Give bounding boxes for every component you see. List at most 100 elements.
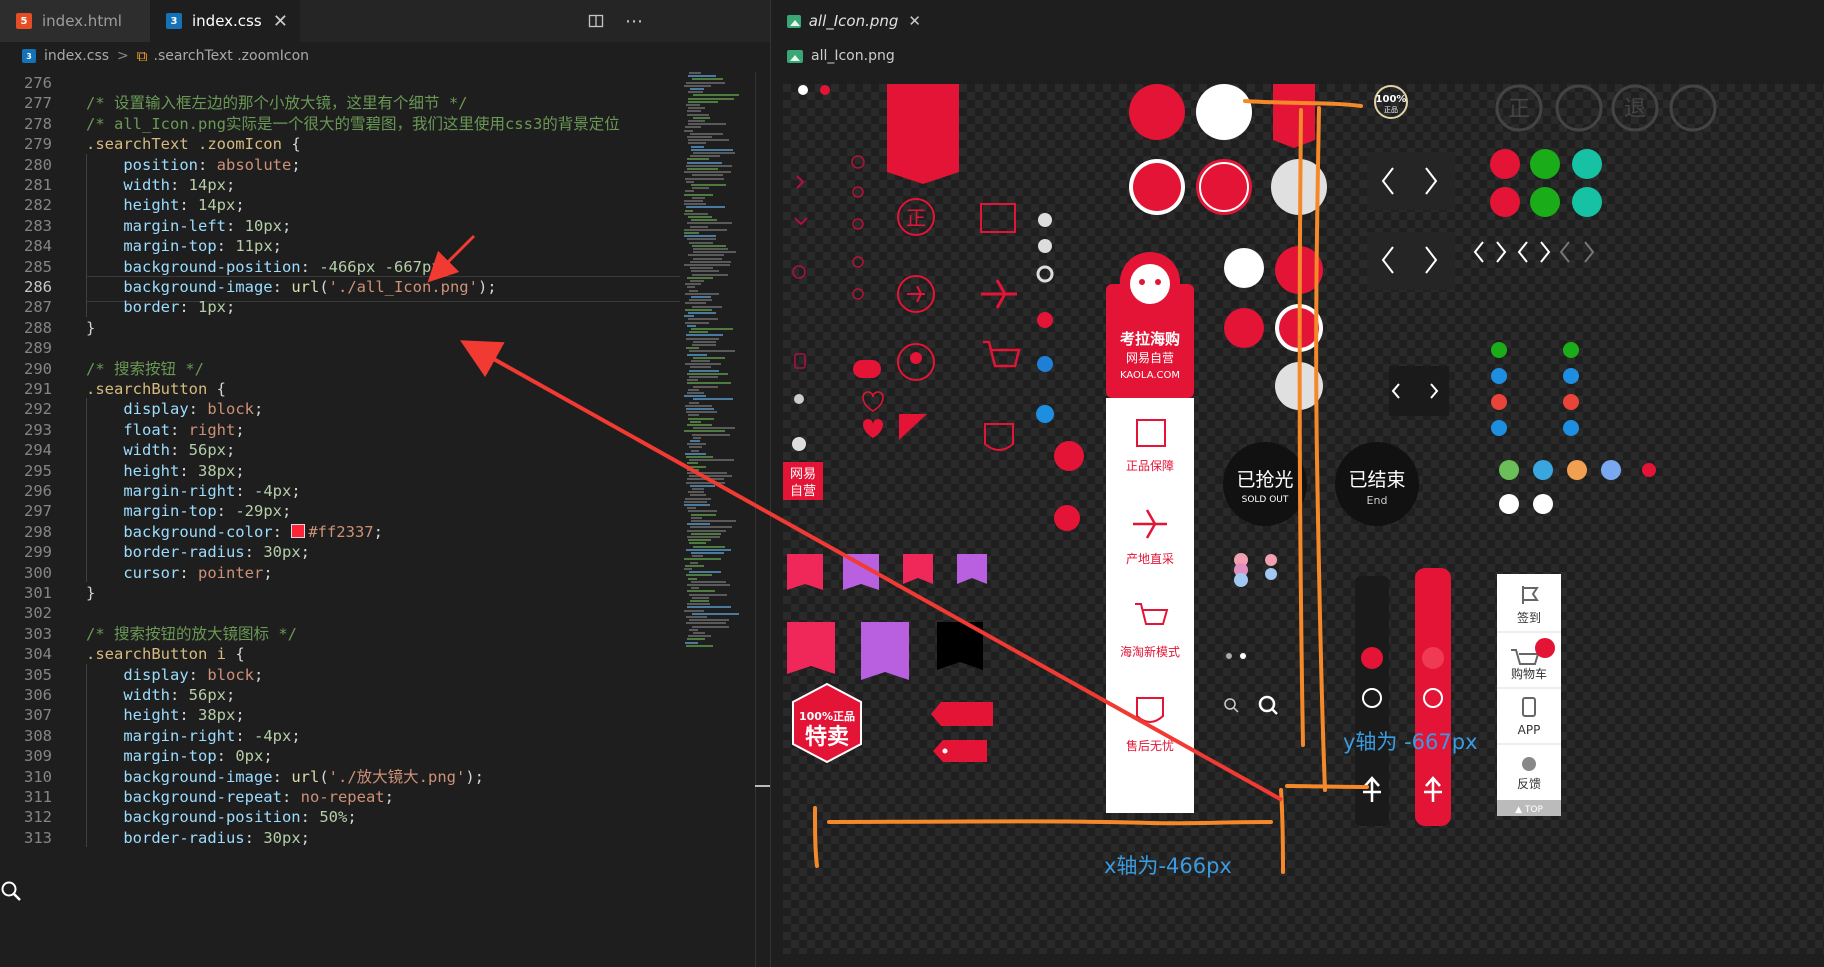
minimap-line: [688, 123, 726, 126]
minimap-line: [687, 638, 705, 641]
minimap-line: [689, 331, 708, 334]
minimap-line: [686, 622, 726, 625]
minimap-line: [692, 244, 726, 247]
minimap-line: [687, 472, 727, 474]
minimap-line: [685, 126, 701, 129]
ended-en: End: [1367, 494, 1388, 507]
minimap-line: [689, 446, 702, 449]
pill-shape: [853, 360, 881, 378]
minimap-line: [690, 225, 708, 228]
minimap-line: [693, 251, 736, 254]
minimap-line: [689, 459, 734, 462]
minimap-line: [687, 424, 712, 426]
minimap-line: [687, 507, 696, 510]
red-dot: [1422, 647, 1444, 669]
minimap-line: [687, 523, 710, 526]
minimap-line: [689, 350, 735, 353]
alipay-blue-icon: [1036, 405, 1054, 423]
minimap-line: [689, 628, 698, 631]
side-feedback: 反馈: [1517, 777, 1541, 791]
minimap-line: [688, 510, 717, 513]
minimap-line: [688, 75, 716, 78]
tab-label: index.html: [42, 12, 122, 30]
kaola-url-text: KAOLA.COM: [1120, 370, 1180, 381]
minimap-line: [693, 545, 725, 548]
tab-index-html[interactable]: 5 index.html: [0, 0, 150, 42]
minimap-line: [686, 81, 725, 84]
code-area[interactable]: 276 277/* 设置输入框左边的那个小放大镜，这里有个细节 */278/* a…: [0, 72, 680, 967]
sprite-image-preview[interactable]: 正 考拉海购 网易自营 KAOLA.COM 正品保障 产地直采 海淘新模式 售后…: [783, 84, 1824, 954]
minimap-line: [684, 203, 706, 206]
minimap-line: [689, 299, 712, 302]
minimap-line: [688, 318, 718, 321]
breadcrumb-separator: >: [117, 48, 129, 64]
minimap-line: [691, 513, 716, 516]
heart-filled-icon: [863, 419, 883, 438]
close-icon[interactable]: ✕: [908, 12, 921, 30]
tab-index-css[interactable]: 3 index.css ✕: [150, 0, 300, 42]
wechat-grey-icon: [1038, 213, 1052, 227]
ended-cn: 已结束: [1348, 469, 1405, 491]
faded-return-char: 退: [1624, 97, 1646, 122]
sold-out-cn: 已抢光: [1236, 469, 1293, 491]
minimap-line: [693, 632, 705, 634]
css3-icon: 3: [166, 13, 182, 29]
heart-outline-icon: [862, 391, 884, 412]
breadcrumb-file[interactable]: index.css: [44, 48, 109, 64]
chevrons-column: [794, 175, 808, 226]
more-actions-icon[interactable]: ⋯: [625, 0, 643, 42]
qq-grey-icon: [1036, 265, 1054, 283]
tab-label: index.css: [192, 12, 262, 30]
minimap-line: [684, 84, 711, 87]
weibo-grey-icon: [1038, 239, 1052, 253]
minimap-line: [686, 347, 699, 350]
minimap-line: [690, 280, 704, 282]
kaola-brand-text: 考拉海购: [1120, 330, 1180, 348]
minimap-line: [688, 491, 704, 494]
sold-out-en: SOLD OUT: [1242, 495, 1289, 505]
minimap-line: [691, 360, 710, 362]
minimap-line: [692, 488, 704, 490]
tab-label: all_Icon.png: [808, 12, 899, 30]
minimap-line: [693, 94, 739, 97]
minimap-line: [688, 539, 711, 542]
line-number: 313: [24, 828, 52, 847]
viewer-breadcrumb-file[interactable]: all_Icon.png: [811, 48, 895, 64]
red-price-tag: [933, 740, 987, 762]
shield-icon: [984, 423, 1014, 451]
minimap[interactable]: [682, 72, 750, 772]
minimap-line: [691, 184, 726, 186]
minimap-line: [687, 468, 699, 471]
minimap-line: [686, 481, 725, 484]
breadcrumb-symbol[interactable]: .searchText .zoomIcon: [154, 48, 310, 64]
minimap-line: [687, 168, 718, 170]
tab-all-icon-png[interactable]: all_Icon.png ✕: [771, 0, 921, 42]
minimap-line: [693, 116, 710, 119]
minimap-line: [693, 398, 733, 401]
minimap-line: [685, 452, 706, 455]
minimap-line: [690, 366, 711, 369]
sprite-sheet-graphic: 正 考拉海购 网易自营 KAOLA.COM 正品保障 产地直采 海淘新模式 售后…: [783, 84, 1717, 826]
minimap-line: [691, 296, 711, 298]
corner-flag-icon: [899, 414, 927, 440]
minimap-line: [693, 356, 725, 359]
help-circle-icon: [792, 265, 806, 279]
code-line[interactable]: 313 border-radius: 30px;: [0, 827, 680, 851]
close-icon[interactable]: ✕: [273, 11, 288, 32]
minimap-line: [685, 404, 712, 407]
minimap-line: [686, 180, 694, 183]
minimap-line: [693, 248, 728, 250]
minimap-line: [689, 376, 718, 378]
minimap-line: [687, 462, 698, 465]
editor-scrollbar[interactable]: [755, 72, 771, 967]
plane-icon: [981, 279, 1017, 309]
netease-line1: 网易: [790, 467, 816, 482]
red-ribbon-shape: [1273, 84, 1315, 148]
dot-red: [820, 85, 830, 95]
minimap-line: [691, 587, 699, 590]
minimap-line: [687, 379, 698, 382]
small-dark-icons-column: [851, 155, 865, 300]
minimap-line: [686, 411, 717, 414]
minimap-line: [686, 408, 714, 410]
split-editor-icon[interactable]: [588, 0, 604, 42]
